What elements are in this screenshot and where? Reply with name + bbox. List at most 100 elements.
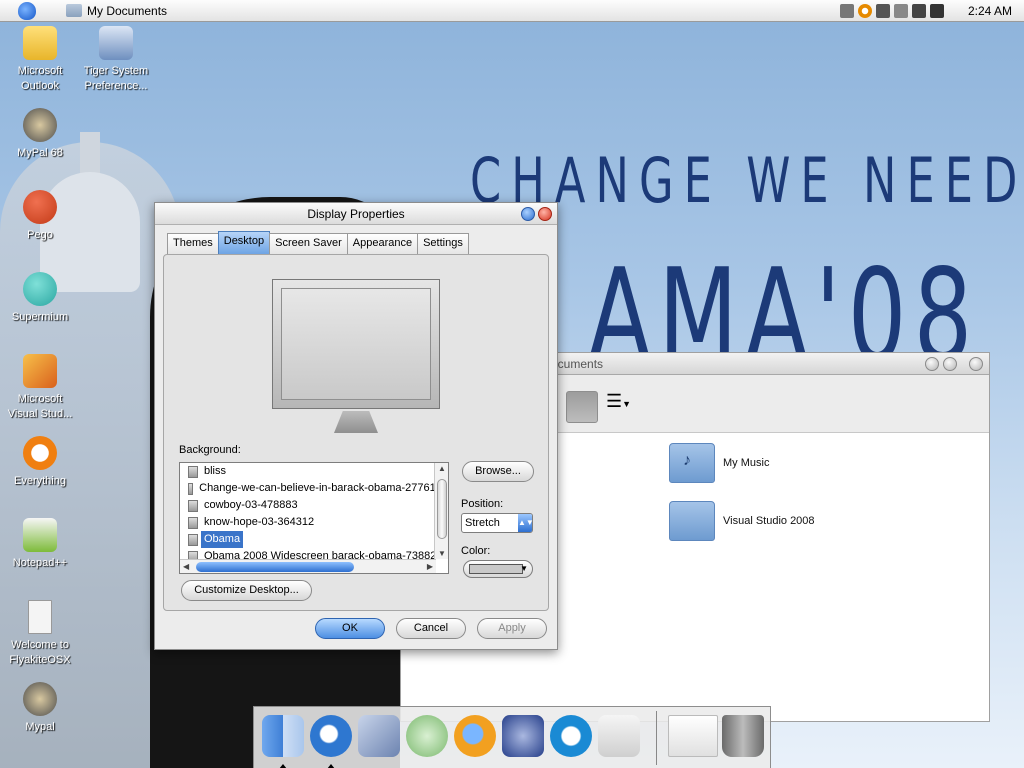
icon-view-button[interactable]	[566, 391, 598, 423]
document-icon	[28, 600, 52, 634]
notepad-plus-plus-icon	[23, 518, 57, 552]
ok-button[interactable]: OK	[315, 618, 385, 639]
desktop-icon-visual-studio[interactable]: Microsoft Visual Stud...	[2, 354, 78, 422]
image-file-icon	[188, 499, 198, 512]
folder-label: Visual Studio 2008	[723, 515, 815, 527]
internet-explorer-icon[interactable]	[310, 715, 352, 757]
scroll-right-icon[interactable]: ▶	[427, 562, 433, 571]
finder-icon[interactable]	[262, 715, 304, 757]
folder-label: My Music	[723, 457, 770, 469]
apply-button[interactable]: Apply	[477, 618, 547, 639]
active-window-title[interactable]: My Documents	[87, 4, 167, 18]
scroll-left-icon[interactable]: ◀	[183, 562, 189, 571]
desktop-icon-mypal[interactable]: Mypal	[2, 682, 78, 735]
desktop-icon-label: MyPal 68	[17, 147, 63, 159]
display-properties-dialog[interactable]: Display Properties Themes Desktop Screen…	[154, 202, 558, 650]
outlook-icon	[23, 26, 57, 60]
visual-studio-icon	[23, 354, 57, 388]
browse-button[interactable]: Browse...	[462, 461, 534, 482]
itunes-icon[interactable]	[406, 715, 448, 757]
window-icon[interactable]	[893, 3, 908, 18]
desktop-icon-label: Notepad++	[12, 557, 68, 569]
cancel-button[interactable]: Cancel	[396, 618, 466, 639]
tab-desktop[interactable]: Desktop	[217, 231, 271, 254]
quicktime-icon[interactable]	[550, 715, 592, 757]
tab-themes[interactable]: Themes	[167, 233, 219, 254]
dialog-titlebar[interactable]: Display Properties	[155, 203, 557, 225]
vertical-scrollbar[interactable]: ▲ ▼	[434, 463, 448, 559]
dialog-tabs: Themes Desktop Screen Saver Appearance S…	[167, 231, 469, 254]
desktop-icon-supermium[interactable]: Supermium	[2, 272, 78, 325]
chevron-down-icon: ▼	[520, 564, 528, 573]
position-label: Position:	[461, 498, 504, 510]
desktop-icon-notepad-plus-plus[interactable]: Notepad++	[2, 518, 78, 571]
chevron-updown-icon: ▲▼	[518, 514, 534, 532]
apple-info-icon[interactable]	[598, 715, 640, 757]
folder-visual-studio-2008[interactable]: Visual Studio 2008	[669, 501, 815, 541]
desktop-icon-label: Microsoft Visual Stud...	[7, 393, 73, 420]
folder-icon	[66, 4, 82, 17]
list-item[interactable]: know-hope-03-364312	[180, 514, 448, 531]
monitor-stand-icon	[334, 411, 378, 433]
list-view-dropdown-icon[interactable]: ☰▼	[606, 391, 638, 423]
desktop-icon-everything[interactable]: Everything	[2, 436, 78, 489]
folder-icon	[669, 501, 715, 541]
apple-logo-icon[interactable]	[18, 1, 36, 20]
trash-icon[interactable]	[722, 715, 764, 757]
running-indicator	[279, 764, 287, 768]
desktop-icon-label: Microsoft Outlook	[17, 65, 63, 92]
close-button[interactable]	[538, 207, 552, 221]
desktop-icon-pego[interactable]: Pego	[2, 190, 78, 243]
background-list[interactable]: bliss Change-we-can-believe-in-barack-ob…	[179, 462, 449, 574]
desktop-tab-panel: Background: bliss Change-we-can-believe-…	[163, 254, 549, 611]
list-item-selected[interactable]: Obama	[180, 531, 448, 548]
mail-eagle-icon[interactable]	[358, 715, 400, 757]
list-item[interactable]: Change-we-can-believe-in-barack-obama-27…	[180, 480, 448, 497]
minimize-button[interactable]	[521, 207, 535, 221]
network-icon[interactable]	[911, 3, 926, 18]
image-file-icon	[188, 533, 198, 546]
desktop-icon-outlook[interactable]: Microsoft Outlook	[2, 26, 78, 94]
color-label: Color:	[461, 545, 491, 557]
minimize-button[interactable]	[925, 357, 939, 371]
keyboard-icon[interactable]	[839, 3, 854, 18]
vertical-scroll-thumb[interactable]	[437, 479, 447, 539]
horizontal-scrollbar[interactable]: ◀ ▶	[180, 559, 436, 573]
position-select[interactable]: Stretch ▲▼	[461, 513, 534, 533]
menu-bar: My Documents 2:24 AM	[0, 0, 1024, 22]
desktop-icon-label: Tiger System Preference...	[83, 65, 149, 92]
screen-icon[interactable]	[875, 3, 890, 18]
close-button[interactable]	[969, 357, 983, 371]
desktop-icon-welcome-document[interactable]: Welcome to FlyakiteOSX	[2, 600, 78, 668]
tab-screen-saver[interactable]: Screen Saver	[269, 233, 348, 254]
zoom-button[interactable]	[943, 357, 957, 371]
mypal-icon	[23, 108, 57, 142]
menu-clock[interactable]: 2:24 AM	[968, 4, 1012, 18]
folder-my-music[interactable]: ♪ My Music	[669, 443, 769, 483]
volume-icon[interactable]	[929, 3, 944, 18]
desktop-icon-system-preferences[interactable]: Tiger System Preference...	[78, 26, 154, 94]
color-picker-button[interactable]: ▼	[463, 560, 533, 578]
tab-settings[interactable]: Settings	[417, 233, 469, 254]
image-file-icon	[188, 516, 198, 529]
dvd-player-icon[interactable]	[502, 715, 544, 757]
dock-separator	[656, 711, 657, 765]
customize-desktop-button[interactable]: Customize Desktop...	[181, 580, 312, 601]
media-player-icon[interactable]	[454, 715, 496, 757]
search-icon[interactable]	[857, 3, 872, 18]
system-preferences-icon	[99, 26, 133, 60]
desktop-icon-label: Supermium	[11, 311, 69, 323]
position-value: Stretch	[465, 517, 500, 529]
desktop-preview-icon[interactable]	[668, 715, 718, 757]
desktop-icon-label: Pego	[27, 229, 53, 241]
scroll-up-icon[interactable]: ▲	[438, 464, 446, 473]
dock	[253, 706, 771, 768]
list-item[interactable]: bliss	[180, 463, 448, 480]
list-item[interactable]: cowboy-03-478883	[180, 497, 448, 514]
horizontal-scroll-thumb[interactable]	[196, 562, 354, 572]
tab-appearance[interactable]: Appearance	[346, 233, 419, 254]
desktop-icon-label: Mypal	[25, 721, 55, 733]
system-tray	[839, 3, 944, 18]
desktop-icon-mypal68[interactable]: MyPal 68	[2, 108, 78, 161]
scroll-down-icon[interactable]: ▼	[438, 549, 446, 558]
